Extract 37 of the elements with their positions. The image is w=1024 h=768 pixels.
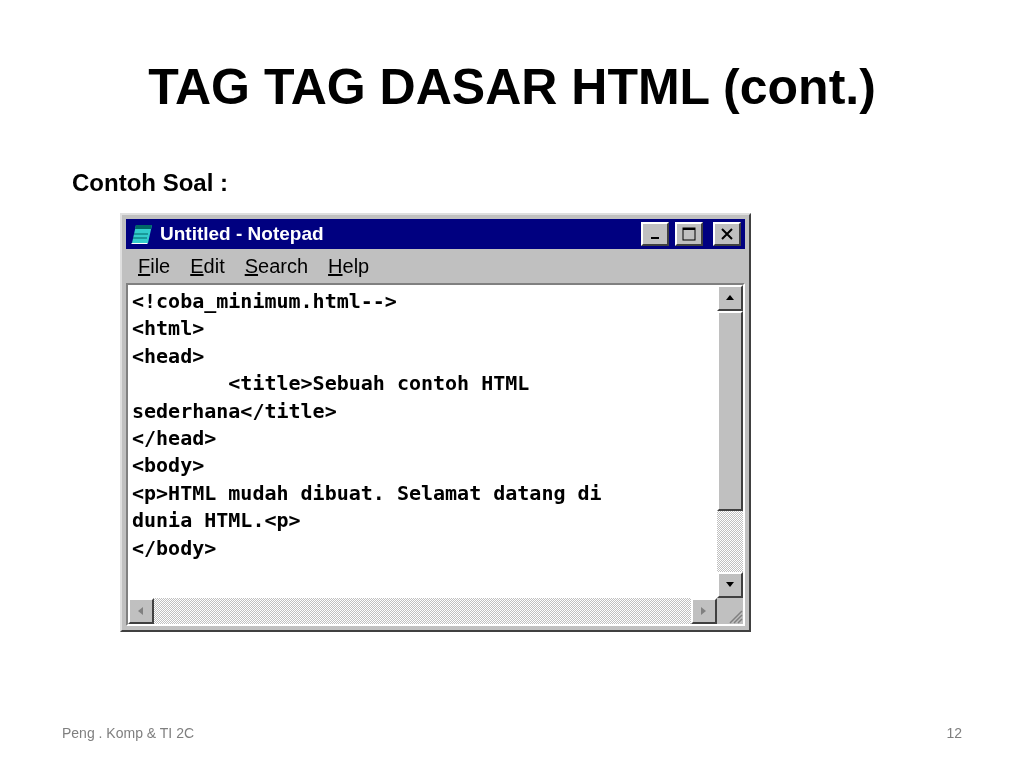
notepad-icon bbox=[130, 223, 154, 245]
code-line: <!coba_minimum.html--> bbox=[132, 288, 398, 315]
close-button[interactable] bbox=[713, 222, 741, 246]
resize-grip-icon[interactable] bbox=[729, 610, 743, 624]
window-title: Untitled - Notepad bbox=[160, 223, 325, 245]
maximize-icon bbox=[682, 227, 696, 241]
slide-footer: Peng . Komp & TI 2C bbox=[62, 725, 195, 741]
code-line: </body> bbox=[132, 534, 218, 562]
left-arrow-icon bbox=[136, 606, 146, 616]
code-line: <body> bbox=[132, 452, 206, 480]
code-line: dunia HTML.<p> bbox=[132, 507, 302, 535]
code-line: </head> bbox=[132, 425, 218, 453]
code-line: <html> bbox=[132, 315, 206, 343]
minimize-button[interactable] bbox=[641, 222, 669, 246]
maximize-button[interactable] bbox=[675, 222, 703, 246]
page-number: 12 bbox=[946, 725, 962, 741]
menu-item[interactable]: Edit bbox=[182, 254, 233, 278]
code-line: <p>HTML mudah dibuat. Selamat datang di bbox=[132, 479, 603, 507]
code-line: sederhana</title> bbox=[132, 397, 338, 425]
close-icon bbox=[721, 228, 733, 240]
scroll-thumb[interactable] bbox=[717, 311, 743, 511]
menu-item[interactable]: Help bbox=[320, 254, 378, 278]
slide-title: TAG TAG DASAR HTML (cont.) bbox=[148, 62, 876, 112]
minimize-icon bbox=[651, 237, 659, 239]
scroll-right-button[interactable] bbox=[691, 598, 717, 624]
menu-item[interactable]: Search bbox=[236, 254, 317, 278]
scroll-left-button[interactable] bbox=[128, 598, 154, 624]
scroll-down-button[interactable] bbox=[717, 572, 743, 598]
scroll-up-button[interactable] bbox=[717, 285, 743, 311]
menu-item[interactable]: File bbox=[130, 254, 179, 278]
up-arrow-icon bbox=[725, 293, 735, 303]
text-area[interactable]: <!coba_minimum.html--> <html> <head> <title>Sebuah contoh HTML sederhana</title> </head> <body> <p>HTML mudah dibuat. Selamat datang di dunia HTML.<p> </body> bbox=[126, 283, 745, 626]
code-line: <head> bbox=[132, 342, 206, 370]
code-line: <title>Sebuah contoh HTML bbox=[227, 370, 531, 398]
horizontal-scrollbar[interactable] bbox=[128, 598, 717, 624]
vertical-scrollbar[interactable] bbox=[717, 285, 743, 598]
slide-subtitle: Contoh Soal : bbox=[72, 169, 228, 197]
